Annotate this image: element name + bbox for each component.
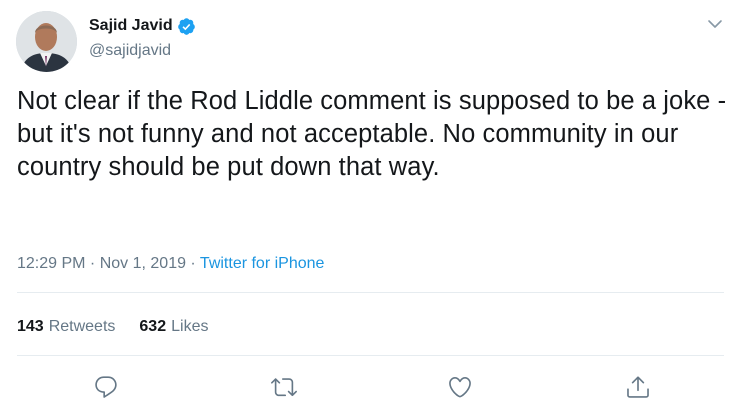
- tweet-actions: [0, 374, 741, 400]
- likes-label: Likes: [171, 318, 209, 335]
- share-button[interactable]: [625, 374, 651, 400]
- retweet-button[interactable]: [271, 374, 297, 400]
- avatar-image: [16, 11, 77, 72]
- verified-badge-icon: [177, 17, 196, 36]
- avatar[interactable]: [16, 11, 77, 72]
- display-name[interactable]: Sajid Javid: [89, 16, 173, 36]
- reply-button[interactable]: [93, 374, 119, 400]
- heart-icon: [449, 376, 471, 398]
- likes-stat[interactable]: 632 Likes: [139, 317, 208, 337]
- reply-icon: [95, 376, 117, 398]
- retweet-icon: [271, 378, 297, 397]
- retweets-label: Retweets: [48, 318, 116, 335]
- share-icon: [627, 376, 649, 398]
- tweet-time[interactable]: 12:29 PM: [17, 255, 85, 272]
- retweets-stat[interactable]: 143 Retweets: [17, 317, 115, 337]
- divider: [17, 355, 724, 356]
- retweets-count: 143: [17, 318, 44, 335]
- tweet-stats: 143 Retweets 632 Likes: [17, 317, 232, 337]
- meta-separator: ·: [185, 255, 200, 272]
- tweet-metadata: 12:29 PM · Nov 1, 2019 · Twitter for iPh…: [17, 254, 324, 274]
- tweet-date[interactable]: Nov 1, 2019: [100, 255, 186, 272]
- meta-separator: ·: [85, 255, 100, 272]
- user-handle[interactable]: @sajidjavid: [89, 41, 171, 61]
- name-row: Sajid Javid: [89, 16, 196, 36]
- divider: [17, 292, 724, 293]
- like-button[interactable]: [447, 374, 473, 400]
- tweet-text: Not clear if the Rod Liddle comment is s…: [17, 87, 734, 181]
- tweet-card: Sajid Javid @sajidjavid Not clear if the…: [0, 0, 741, 416]
- tweet-source-link[interactable]: Twitter for iPhone: [200, 255, 325, 272]
- likes-count: 632: [139, 318, 167, 335]
- chevron-down-icon[interactable]: [706, 17, 724, 31]
